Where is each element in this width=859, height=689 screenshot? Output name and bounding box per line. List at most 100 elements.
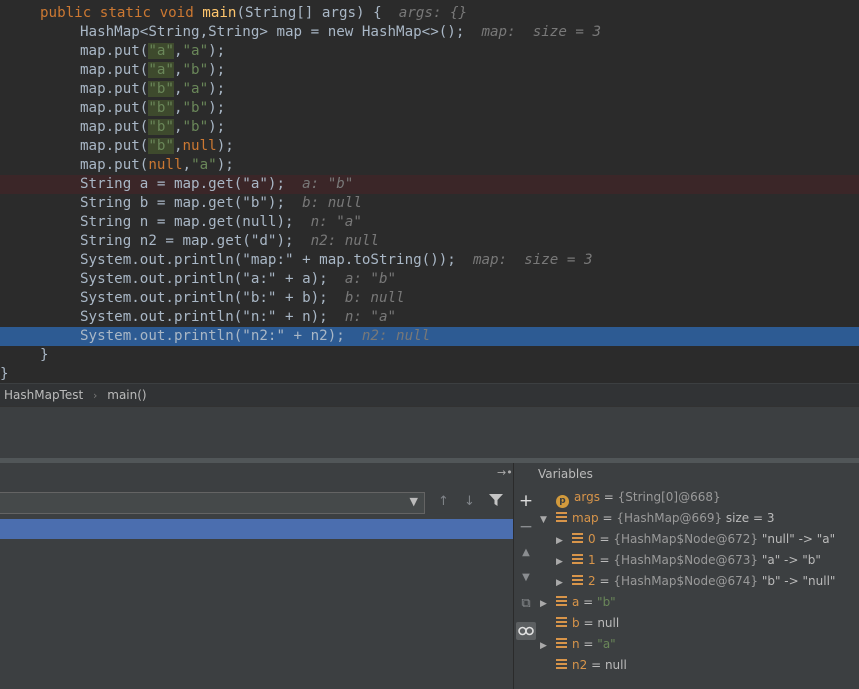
remove-watch-icon[interactable]: − — [518, 519, 534, 536]
code-line[interactable]: map.put("b","b"); — [0, 99, 859, 118]
inline-hint: a: "b" — [344, 271, 397, 287]
code-text: String n = map.get(null); — [80, 214, 294, 230]
variable-name: 0 — [588, 532, 596, 546]
code-text: System.out.println("n:" + n); — [80, 309, 328, 325]
field-icon — [556, 638, 567, 649]
variable-value: {HashMap$Node@673} — [613, 553, 759, 567]
code-line[interactable]: String n = map.get(null); n: "a" — [0, 213, 859, 232]
code-line[interactable]: map.put("b",null); — [0, 137, 859, 156]
frames-pane: →• ▼ ↑ ↓ — [0, 463, 513, 689]
expand-right-icon[interactable]: ▶ — [556, 552, 568, 573]
code-text: String a = map.get("a"); — [80, 176, 285, 192]
inline-hint: map: size = 3 — [481, 24, 602, 40]
code-line[interactable]: map.put("a","b"); — [0, 61, 859, 80]
thread-selector[interactable]: ▼ — [0, 492, 425, 514]
variable-value: "b" — [597, 595, 616, 609]
inline-hint: n: "a" — [310, 214, 362, 230]
breadcrumb: HashMapTest › main() — [0, 383, 859, 407]
copy-icon[interactable]: ⧉ — [518, 596, 534, 612]
filter-funnel-svg — [489, 494, 503, 506]
code-line-method-signature[interactable]: public static void main(String[] args) {… — [0, 4, 859, 23]
arrow-down-icon[interactable]: ↓ — [464, 494, 475, 509]
chevron-down-icon: ▼ — [409, 495, 418, 508]
code-text: System.out.println("n2:" + n2); — [80, 328, 345, 344]
expand-right-icon[interactable]: ▶ — [540, 636, 552, 657]
keyword-text: public static void — [40, 5, 203, 21]
variable-name: args — [574, 490, 600, 504]
breadcrumb-class[interactable]: HashMapTest — [0, 384, 83, 407]
code-line[interactable]: System.out.println("a:" + a); a: "b" — [0, 270, 859, 289]
variable-value: {String[0]@668} — [617, 490, 721, 504]
variable-row[interactable]: b = null — [540, 613, 619, 634]
inline-hint: n2: null — [310, 233, 379, 249]
variable-row[interactable]: p args = {String[0]@668} — [540, 487, 721, 508]
code-line[interactable]: map.put("b","a"); — [0, 80, 859, 99]
variable-row[interactable]: ▶ n = "a" — [540, 634, 616, 655]
variable-value: "a" — [597, 637, 616, 651]
code-line[interactable]: map.put("b","b"); — [0, 118, 859, 137]
code-line[interactable]: map.put("a","a"); — [0, 42, 859, 61]
arrow-up-icon[interactable]: ↑ — [438, 494, 449, 509]
code-line[interactable]: HashMap<String,String> map = new HashMap… — [0, 23, 859, 42]
field-icon — [556, 596, 567, 607]
code-text: String b = map.get("b"); — [80, 195, 285, 211]
variable-value: {HashMap$Node@674} — [613, 574, 759, 588]
filter-icon[interactable] — [489, 494, 503, 511]
breadcrumb-separator: › — [93, 389, 98, 402]
code-line[interactable]: String b = map.get("b"); b: null — [0, 194, 859, 213]
variable-row[interactable]: ▶ 1 = {HashMap$Node@673} "a" -> "b" — [556, 550, 821, 571]
variable-row[interactable]: ▶ 0 = {HashMap$Node@672} "null" -> "a" — [556, 529, 835, 550]
code-line-close-inner: } — [40, 347, 49, 363]
method-name: main — [202, 5, 237, 21]
code-line-close-outer: } — [0, 366, 9, 382]
variable-row[interactable]: n2 = null — [540, 655, 627, 676]
code-line[interactable]: System.out.println("n:" + n); n: "a" — [0, 308, 859, 327]
open-brace: { — [373, 5, 382, 21]
parameter-icon: p — [556, 495, 569, 508]
stack-frame-selected[interactable] — [0, 519, 513, 539]
code-line[interactable]: map.put(null,"a"); — [0, 156, 859, 175]
inline-hint: map: size = 3 — [472, 252, 593, 268]
inline-hint: n: "a" — [344, 309, 397, 325]
variable-value: {HashMap@669} — [616, 511, 723, 525]
code-line[interactable]: System.out.println("b:" + b); b: null — [0, 289, 859, 308]
code-line[interactable]: String a = map.get("a"); a: "b" — [0, 175, 859, 194]
field-icon — [572, 554, 583, 565]
inline-hint: n2: null — [361, 328, 431, 344]
code-editor[interactable]: ▾ public static void main(String[] args)… — [0, 0, 859, 383]
variable-name: b — [572, 616, 580, 630]
inline-hint: b: null — [344, 290, 405, 306]
field-icon — [572, 575, 583, 586]
expand-down-icon[interactable]: ▼ — [540, 510, 552, 531]
field-icon — [572, 533, 583, 544]
variable-extra: size = 3 — [722, 511, 775, 525]
variable-extra: "null" -> "a" — [758, 532, 836, 546]
code-line[interactable]: String n2 = map.get("d"); n2: null — [0, 232, 859, 251]
add-watch-icon[interactable]: + — [518, 493, 534, 510]
code-text: System.out.println("a:" + a); — [80, 271, 328, 287]
variable-value: null — [597, 616, 620, 630]
variables-header: ☰Variables — [538, 467, 593, 481]
variable-row[interactable]: ▼ map = {HashMap@669} size = 3 — [540, 508, 775, 529]
move-down-icon[interactable]: ▼ — [518, 570, 534, 586]
expand-right-icon[interactable]: ▶ — [556, 573, 568, 594]
code-text: System.out.println("map:" + map.toString… — [80, 252, 456, 268]
show-watches-icon[interactable] — [516, 622, 536, 640]
breadcrumb-method[interactable]: main() — [107, 384, 146, 407]
tool-window-bar — [0, 432, 859, 458]
move-up-icon[interactable]: ▲ — [518, 545, 534, 561]
expand-right-icon[interactable]: ▶ — [540, 594, 552, 615]
variable-name: 1 — [588, 553, 596, 567]
code-text: HashMap<String,String> map = new HashMap… — [80, 24, 465, 40]
variable-extra: "a" -> "b" — [758, 553, 821, 567]
code-line[interactable]: System.out.println("map:" + map.toString… — [0, 251, 859, 270]
code-text: String n2 = map.get("d"); — [80, 233, 294, 249]
variable-name: map — [572, 511, 599, 525]
restore-layout-icon[interactable]: →• — [497, 466, 513, 479]
code-line[interactable]: System.out.println("n2:" + n2); n2: null — [0, 327, 859, 346]
variable-row[interactable]: ▶ 2 = {HashMap$Node@674} "b" -> "null" — [556, 571, 835, 592]
method-params: (String[] args) — [236, 5, 374, 21]
expand-right-icon[interactable]: ▶ — [556, 531, 568, 552]
variable-row[interactable]: ▶ a = "b" — [540, 592, 616, 613]
variables-toolbar: + − ▲ ▼ ⧉ — [513, 463, 539, 689]
